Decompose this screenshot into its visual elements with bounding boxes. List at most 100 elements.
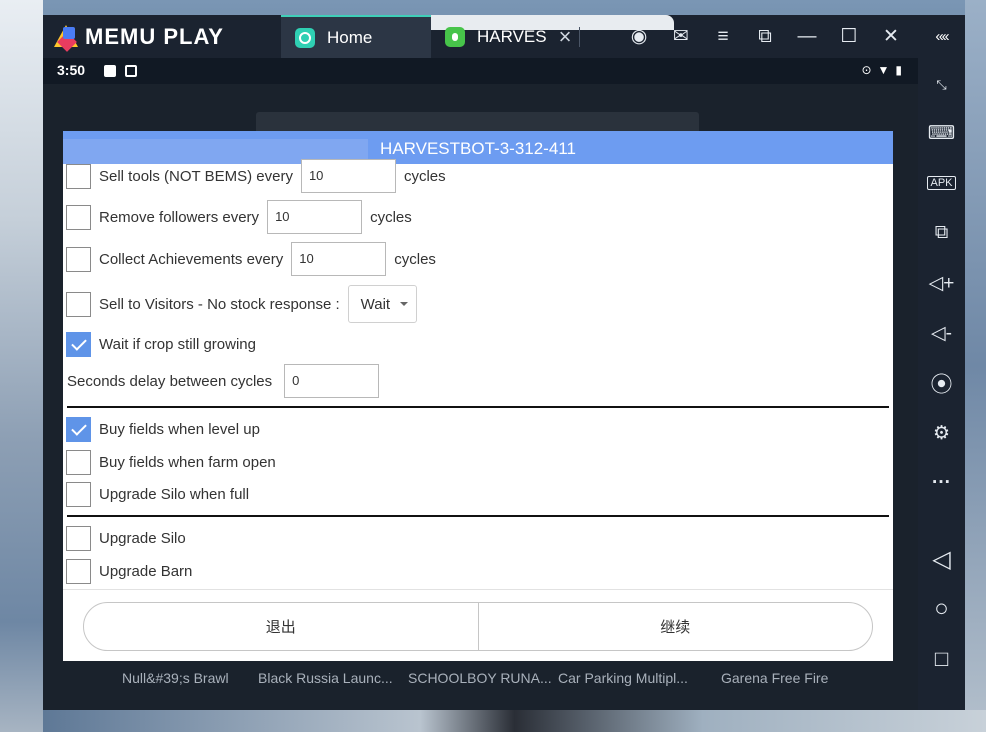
keyboard-icon[interactable]: ⌨ [918, 116, 965, 150]
collect-achievements-checkbox[interactable] [66, 246, 91, 272]
upgrade-silo-checkbox[interactable] [66, 525, 91, 551]
app-shortcut[interactable]: SCHOOLBOY RUNA... [408, 670, 552, 686]
recents-icon[interactable]: □ [918, 642, 965, 676]
volume-down-icon[interactable]: ◁- [918, 316, 965, 350]
notification-icon-2 [125, 65, 137, 77]
desktop-background-left [0, 0, 43, 732]
buy-fields-farm-checkbox[interactable] [66, 449, 91, 475]
upgrade-silo-full-checkbox[interactable] [66, 481, 91, 507]
section-divider [67, 406, 889, 408]
harvestbot-tab-icon [445, 26, 465, 47]
buy-fields-farm-label: Buy fields when farm open [99, 453, 276, 471]
app-shortcut[interactable]: Null&#39;s Brawl [122, 670, 229, 686]
row-upgrade-silo: Upgrade Silo [63, 522, 186, 554]
titlebar: MEMU PLAY Home HARVES × ◉ ✉ ≡ ⧉ — ☐ ✕ [43, 15, 965, 58]
row-buy-fields-farm: Buy fields when farm open [63, 446, 276, 478]
sell-visitors-checkbox[interactable] [66, 291, 91, 317]
cycles-label: cycles [403, 167, 446, 185]
dialog-button-bar: 退出 继续 [83, 602, 873, 651]
tab-divider [579, 27, 580, 47]
seconds-delay-label: Seconds delay between cycles [67, 372, 273, 390]
wait-crop-checkbox[interactable] [66, 331, 91, 357]
collect-achievements-label: Collect Achievements every [99, 250, 284, 268]
notification-icon [104, 65, 116, 77]
back-icon[interactable]: ◁ [918, 542, 965, 576]
mail-icon[interactable]: ✉ [666, 15, 696, 58]
app-shortcut[interactable]: Black Russia Launc... [258, 670, 393, 686]
continue-button[interactable]: 继续 [479, 603, 873, 650]
button-bar-divider [63, 589, 893, 590]
no-stock-response-select[interactable]: Wait [347, 285, 418, 323]
location-status-icon: ⊙ [861, 63, 872, 77]
wait-crop-label: Wait if crop still growing [99, 335, 256, 353]
row-wait-crop: Wait if crop still growing [63, 328, 256, 360]
select-value: Wait [360, 295, 391, 313]
account-icon[interactable]: ◉ [624, 15, 654, 58]
desktop-background-bottom [43, 710, 986, 732]
maximize-icon[interactable]: ☐ [834, 15, 864, 58]
home-tab-icon [295, 27, 315, 48]
harvestbot-dialog: HARVESTBOT-3-312-411 Sell tools (NOT BEM… [63, 131, 893, 661]
memu-logo: MEMU PLAY [51, 23, 224, 52]
remove-followers-input[interactable]: 10 [267, 200, 363, 234]
more-icon[interactable]: ··· [918, 466, 965, 500]
close-icon[interactable]: ✕ [876, 15, 906, 58]
screen-icon[interactable]: ⧉ [750, 15, 780, 58]
remove-followers-label: Remove followers every [99, 208, 260, 226]
apk-icon[interactable]: APK [918, 166, 965, 200]
row-sell-visitors: Sell to Visitors - No stock response : W… [63, 285, 418, 323]
app-shortcuts: Null&#39;s Brawl Black Russia Launc... S… [43, 668, 918, 692]
row-upgrade-silo-full: Upgrade Silo when full [63, 478, 249, 510]
settings-icon[interactable]: ⚙ [918, 416, 965, 450]
status-icons: ⊙ ▼ ▮ [861, 63, 902, 77]
row-seconds-delay: Seconds delay between cycles 0 [67, 364, 387, 398]
row-buy-fields-level: Buy fields when level up [63, 413, 260, 445]
tab-harvestbot-label: HARVES [477, 26, 547, 46]
collect-achievements-input[interactable]: 10 [291, 242, 387, 276]
minimize-icon[interactable]: — [792, 15, 822, 58]
upgrade-silo-label: Upgrade Silo [99, 529, 186, 547]
sell-tools-label: Sell tools (NOT BEMS) every [99, 167, 293, 185]
chevron-down-icon [400, 302, 409, 306]
home-icon[interactable]: ○ [918, 592, 965, 626]
volume-up-icon[interactable]: ◁+ [918, 266, 965, 300]
status-time: 3:50 [57, 62, 86, 78]
emulator-sidebar: ⤡ ⌨ APK ⧉ ◁+ ◁- ⦿ ⚙ ··· ◁ ○ □ [918, 58, 965, 710]
exit-button[interactable]: 退出 [84, 603, 479, 650]
battery-icon: ▮ [895, 63, 902, 77]
memu-brand-text: MEMU PLAY [85, 24, 224, 49]
upgrade-barn-checkbox[interactable] [66, 558, 91, 584]
cycles-label: cycles [394, 250, 436, 268]
sidebar-collapse-button[interactable]: «‹‹ [918, 15, 965, 58]
desktop-background-right [965, 0, 986, 732]
location-icon[interactable]: ⦿ [918, 366, 965, 400]
remove-followers-checkbox[interactable] [66, 204, 91, 230]
android-statusbar: 3:50 ⊙ ▼ ▮ [43, 58, 918, 84]
buy-fields-level-checkbox[interactable] [66, 416, 91, 442]
sell-tools-checkbox[interactable] [66, 163, 91, 189]
sell-visitors-label: Sell to Visitors - No stock response : [99, 295, 340, 313]
row-remove-followers: Remove followers every 10 cycles [63, 200, 412, 234]
memu-logo-icon [51, 23, 81, 52]
row-collect-achievements: Collect Achievements every 10 cycles [63, 242, 436, 276]
tab-home[interactable]: Home [281, 15, 431, 58]
tab-close-icon[interactable]: × [559, 24, 572, 50]
tab-home-label: Home [327, 27, 373, 47]
multi-window-icon[interactable]: ⧉ [918, 216, 965, 250]
row-upgrade-barn: Upgrade Barn [63, 555, 192, 587]
tab-harvestbot[interactable]: HARVES × [431, 15, 579, 58]
upgrade-silo-full-label: Upgrade Silo when full [99, 485, 250, 503]
app-shortcut[interactable]: Garena Free Fire [721, 670, 828, 686]
row-sell-tools: Sell tools (NOT BEMS) every 10 cycles [63, 159, 446, 193]
menu-icon[interactable]: ≡ [708, 15, 738, 58]
seconds-delay-input[interactable]: 0 [284, 364, 380, 398]
sell-tools-input[interactable]: 10 [300, 159, 396, 193]
upgrade-barn-label: Upgrade Barn [99, 562, 193, 580]
buy-fields-level-label: Buy fields when level up [99, 420, 260, 438]
wifi-icon: ▼ [877, 63, 890, 77]
fullscreen-icon[interactable]: ⤡ [918, 68, 965, 102]
cycles-label: cycles [370, 208, 412, 226]
app-shortcut[interactable]: Car Parking Multipl... [558, 670, 688, 686]
dialog-title: HARVESTBOT-3-312-411 [380, 139, 576, 158]
section-divider [67, 515, 889, 517]
